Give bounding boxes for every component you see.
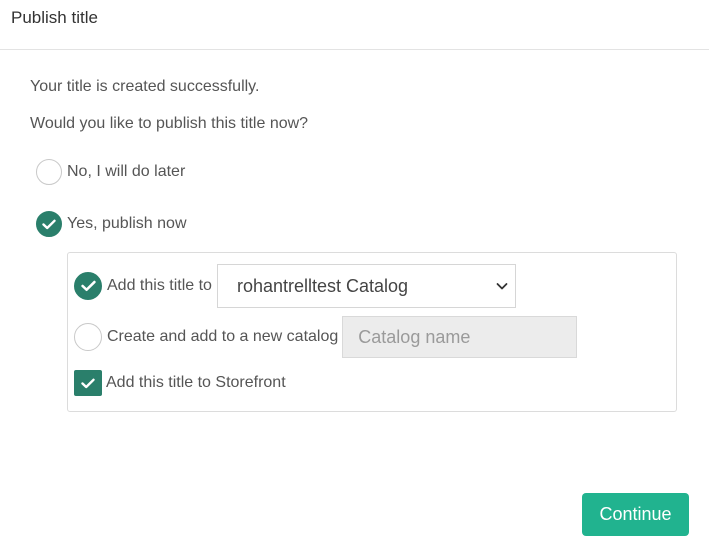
publish-now-radio[interactable]: [36, 211, 62, 237]
create-new-catalog-label: Create and add to a new catalog: [107, 328, 339, 345]
create-new-catalog-option[interactable]: Create and add to a new catalog Catalog …: [74, 316, 578, 358]
check-icon: [81, 378, 95, 388]
chevron-down-icon: [496, 283, 508, 290]
check-icon: [42, 219, 56, 229]
add-to-storefront-label: Add this title to Storefront: [106, 374, 286, 391]
add-to-storefront-option[interactable]: Add this title to Storefront: [74, 370, 286, 396]
catalog-select[interactable]: rohantrelltest Catalog: [216, 264, 516, 308]
publish-later-option[interactable]: No, I will do later: [36, 159, 185, 185]
dialog-body: Your title is created successfully. Woul…: [0, 50, 709, 546]
check-icon: [80, 280, 96, 292]
publish-later-label: No, I will do later: [67, 163, 186, 180]
publish-title-dialog: Publish title Your title is created succ…: [0, 0, 709, 546]
add-to-storefront-checkbox[interactable]: [74, 370, 102, 396]
catalog-name-input[interactable]: Catalog name: [342, 316, 578, 358]
add-to-existing-catalog-radio[interactable]: [74, 272, 102, 300]
catalog-name-placeholder: Catalog name: [358, 326, 471, 347]
publish-now-label: Yes, publish now: [67, 215, 187, 232]
continue-button[interactable]: Continue: [582, 493, 689, 536]
dialog-header: Publish title: [0, 0, 709, 50]
success-message: Your title is created successfully.: [30, 78, 260, 95]
publish-later-radio[interactable]: [36, 159, 62, 185]
dialog-title: Publish title: [11, 7, 98, 27]
create-new-catalog-radio[interactable]: [74, 323, 102, 351]
add-to-existing-catalog-option[interactable]: Add this title to rohantrelltest Catalog: [74, 264, 516, 308]
publish-now-option[interactable]: Yes, publish now: [36, 211, 187, 237]
catalog-options-panel: Add this title to rohantrelltest Catalog…: [67, 252, 677, 412]
publish-question: Would you like to publish this title now…: [30, 115, 309, 132]
add-to-existing-catalog-label: Add this title to: [107, 277, 212, 294]
catalog-select-value: rohantrelltest Catalog: [236, 275, 409, 296]
